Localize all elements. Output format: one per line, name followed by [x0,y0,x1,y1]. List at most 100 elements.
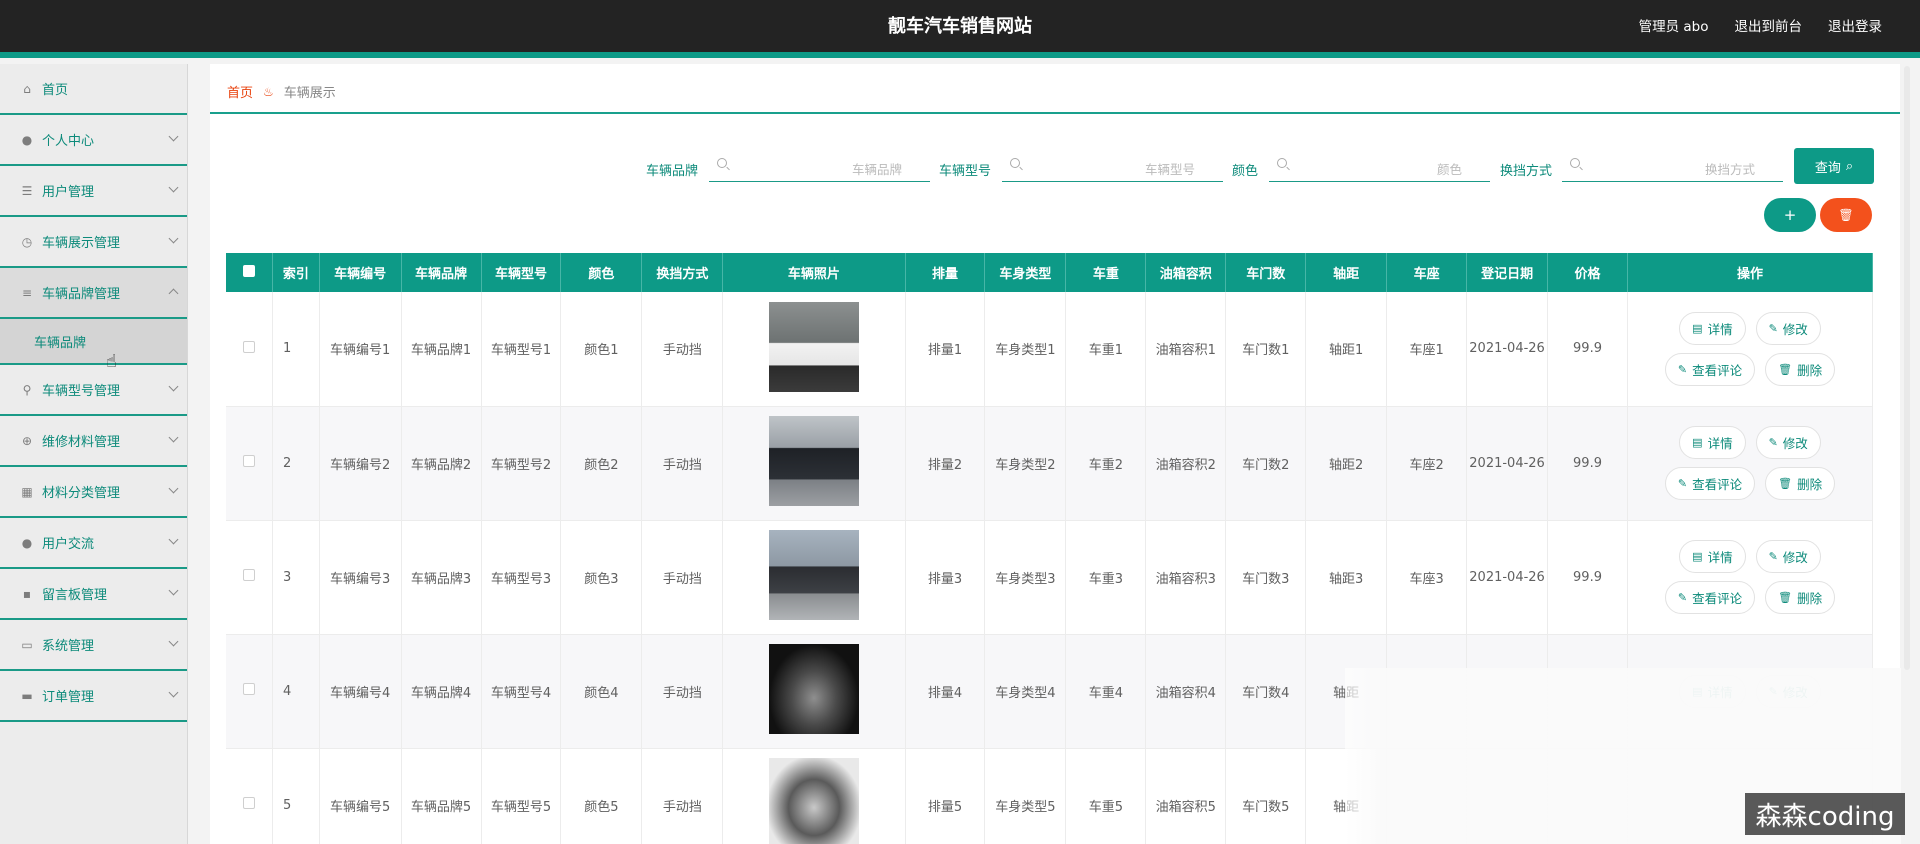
cell-brand: 车辆品牌2 [401,406,482,521]
sidebar-item-profile[interactable]: ● 个人中心 [0,115,187,166]
vertical-scrollbar[interactable] [1904,66,1910,670]
cell-model: 车辆型号1 [481,292,562,407]
cell-index: 5 [272,748,320,844]
query-button[interactable]: 查询 ⌕ [1794,148,1874,184]
cell-weight: 车重3 [1065,520,1147,635]
gear-filter-input[interactable]: 换挡方式 [1562,150,1783,182]
edit-button[interactable]: ✎ 修改 [1755,426,1821,459]
pencil-icon: ✎ [1677,362,1688,376]
view-reviews-button[interactable]: ✎ 查看评论 [1664,467,1756,500]
breadcrumb-divider [210,112,1900,114]
cell-actions: ▤ 详情 ✎ 修改 ✎ 查看评论 🗑 删除 [1627,520,1874,635]
model-filter-input[interactable]: 车辆型号 [1002,150,1223,182]
car-photo[interactable] [768,416,859,506]
delete-button[interactable]: 🗑 删除 [1765,467,1836,500]
col-gear: 换挡方式 [641,253,724,292]
cell-seats: 车座3 [1386,520,1468,635]
sidebar-item-users[interactable]: ☰ 用户管理 [0,166,187,217]
row-checkbox[interactable] [243,340,256,353]
select-all-header[interactable] [226,253,274,292]
search-icon [717,158,727,168]
edit-label: 修改 [1782,436,1808,451]
sidebar: ⌂ 首页 ● 个人中心 ☰ 用户管理 ◷ 车辆展示管理 ≡ 车辆品牌管理 车辆品… [0,64,188,844]
add-button[interactable]: + [1764,198,1816,232]
query-button-label: 查询 [1814,160,1841,176]
sidebar-item-vehicle-model[interactable]: ⚲ 车辆型号管理 [0,365,187,416]
cell-color: 颜色1 [560,292,643,407]
brand-filter-input[interactable]: 车辆品牌 [709,150,930,182]
row-checkbox[interactable] [243,569,256,581]
sidebar-item-material-category[interactable]: ▦ 材料分类管理 [0,467,187,518]
chevron-down-icon [168,483,179,494]
pencil-icon: ✎ [1677,477,1688,490]
cell-color: 颜色2 [560,406,643,521]
row-select-cell[interactable] [226,292,274,407]
cell-color: 颜色5 [560,748,643,844]
edit-button[interactable]: ✎ 修改 [1755,311,1821,345]
sidebar-item-user-exchange[interactable]: ● 用户交流 [0,518,187,569]
cell-model: 车辆型号5 [481,748,562,844]
edit-button[interactable]: ✎ 修改 [1755,540,1821,573]
delete-button[interactable]: 🗑 删除 [1765,581,1836,614]
gear-filter-label: 换挡方式 [1500,164,1553,179]
col-index: 索引 [272,253,320,292]
user-icon: ● [21,535,33,550]
chevron-up-icon [168,288,179,299]
row-select-cell[interactable] [226,748,274,844]
submenu-item-vehicle-brand[interactable]: 车辆品牌 [0,319,187,365]
pin-icon: ⚲ [22,382,32,397]
col-model: 车辆型号 [481,253,562,292]
row-checkbox[interactable] [243,797,256,809]
breadcrumb-home[interactable]: 首页 [227,82,253,101]
review-label: 查看评论 [1692,477,1743,492]
col-number: 车辆编号 [319,253,402,292]
chevron-down-icon [168,432,179,443]
detail-button[interactable]: ▤ 详情 [1679,311,1746,345]
delete-button[interactable]: 🗑 删除 [1765,352,1836,386]
sidebar-item-home[interactable]: ⌂ 首页 [0,64,187,115]
car-photo[interactable] [768,644,859,734]
cell-tank: 油箱容积2 [1145,406,1227,521]
cell-body-type: 车身类型4 [984,634,1067,749]
sidebar-item-vehicle-brand[interactable]: ≡ 车辆品牌管理 [0,268,187,319]
sidebar-item-label: 留言板管理 [42,588,108,603]
col-brand: 车辆品牌 [401,253,482,292]
view-reviews-button[interactable]: ✎ 查看评论 [1664,581,1756,614]
sidebar-item-vehicle-display[interactable]: ◷ 车辆展示管理 [0,217,187,268]
detail-label: 详情 [1707,321,1733,337]
view-reviews-button[interactable]: ✎ 查看评论 [1664,352,1756,386]
row-select-cell[interactable] [226,634,274,749]
cell-index: 1 [272,292,320,407]
cell-wheelbase: 轴距3 [1305,520,1388,635]
sidebar-item-repair-materials[interactable]: ⊕ 维修材料管理 [0,416,187,467]
cell-photo [722,748,906,844]
cell-date: 2021-04-26 [1466,292,1549,407]
row-checkbox[interactable] [243,683,256,695]
car-photo[interactable] [768,530,859,620]
color-filter-input[interactable]: 颜色 [1269,150,1490,182]
col-weight: 车重 [1065,253,1147,292]
cell-doors: 车门数4 [1225,634,1307,749]
row-select-cell[interactable] [226,520,274,635]
chevron-down-icon [168,381,179,392]
car-photo[interactable] [768,758,859,844]
cell-displacement: 排量1 [905,292,986,407]
cell-photo [722,292,906,407]
cell-actions: ▤ 详情 ✎ 修改 ✎ 查看评论 🗑 删除 [1627,292,1874,407]
sidebar-item-message-board[interactable]: ▪ 留言板管理 [0,569,187,620]
detail-button[interactable]: ▤ 详情 [1679,540,1746,573]
select-all-checkbox[interactable] [243,264,256,277]
sidebar-item-system[interactable]: ▭ 系统管理 [0,620,187,671]
row-checkbox[interactable] [243,455,256,467]
list-icon: ☰ [21,183,33,198]
car-photo[interactable] [768,301,859,392]
table-row: 3 车辆编号3 车辆品牌3 车辆型号3 颜色3 手动挡 排量3 车身类型3 车重… [226,520,1874,635]
logout-link[interactable]: 退出登录 [1828,15,1882,35]
back-to-front-link[interactable]: 退出到前台 [1735,15,1803,35]
row-select-cell[interactable] [226,406,274,521]
pencil-icon: ✎ [1768,321,1778,335]
sidebar-item-orders[interactable]: ▬ 订单管理 [0,671,187,722]
batch-delete-button[interactable]: 🗑 [1820,198,1872,232]
cell-displacement: 排量5 [905,748,986,844]
detail-button[interactable]: ▤ 详情 [1679,426,1746,459]
